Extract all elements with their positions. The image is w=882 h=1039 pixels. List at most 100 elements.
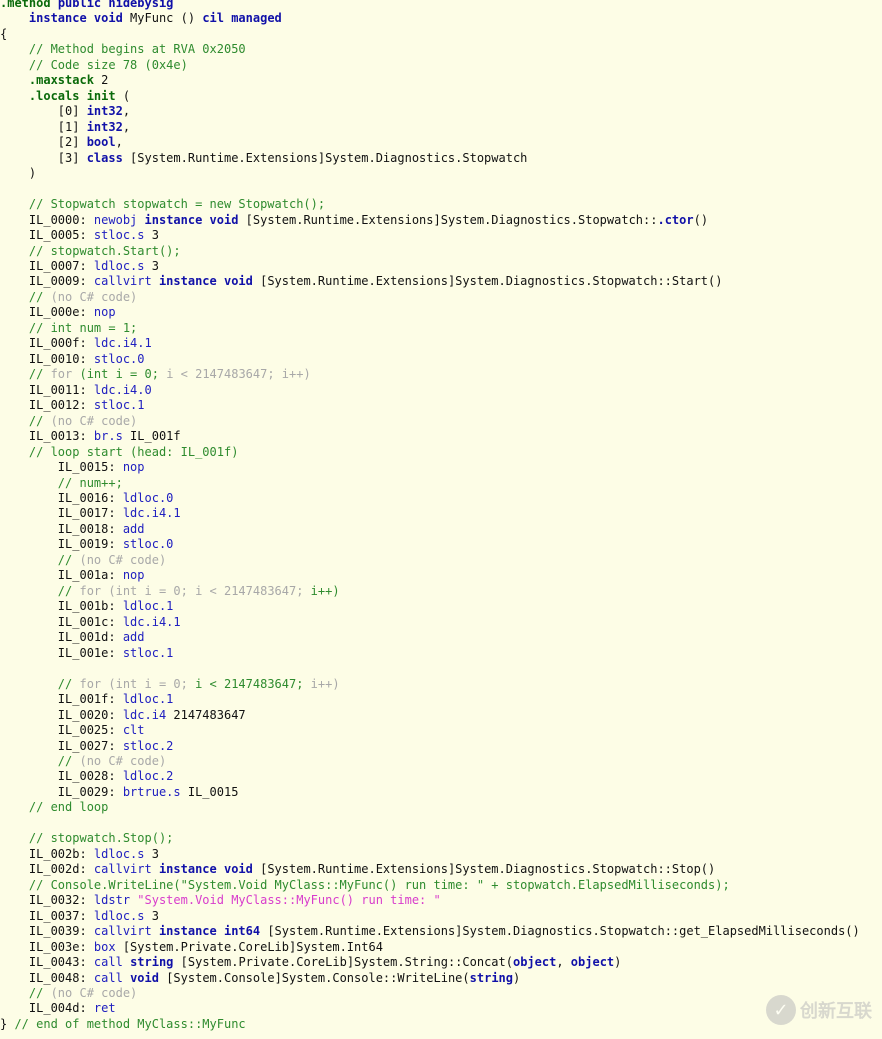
code-text: IL_000e:	[0, 305, 94, 320]
code-line: IL_0025: clt	[0, 723, 860, 738]
code-line: .locals init (	[0, 89, 860, 104]
code-line: IL_000f: ldc.i4.1	[0, 336, 860, 351]
code-text: ,	[556, 955, 571, 970]
opcode: ldloc.1	[122, 599, 174, 614]
comment: // stopwatch.Stop();	[0, 831, 174, 846]
code-text: ()	[693, 212, 709, 227]
opcode: stloc.1	[122, 645, 174, 660]
code-line: instance void MyFunc () cil managed	[0, 11, 860, 26]
code-line: [0] int32,	[0, 104, 860, 119]
code-text: [System.Runtime.Extensions]System.Diagno…	[122, 150, 528, 165]
code-text: IL_0029:	[0, 784, 123, 799]
code-text: IL_001d:	[0, 630, 123, 645]
comment: //	[0, 367, 44, 382]
code-line: // for (int i = 0; i < 2147483647; i++)	[0, 584, 860, 599]
keyword: string	[130, 955, 174, 970]
opcode: stloc.2	[122, 738, 174, 753]
code-text: 2147483647	[166, 707, 246, 722]
keyword: .ctor	[657, 212, 694, 227]
code-line: {	[0, 27, 860, 42]
code-line: IL_001c: ldc.i4.1	[0, 615, 860, 630]
keyword: object	[512, 955, 557, 970]
code-line: // stopwatch.Start();	[0, 244, 860, 259]
code-line: IL_004d: ret	[0, 1001, 860, 1016]
comment: //	[0, 413, 44, 428]
inactive-comment: i < 2147483647; i++)	[158, 367, 311, 382]
opcode: clt	[122, 723, 145, 738]
code-text: IL_0039:	[0, 924, 94, 939]
brand-logo-icon: ✓	[766, 995, 796, 1025]
code-line: IL_000e: nop	[0, 305, 860, 320]
code-text: 3	[144, 258, 159, 273]
comment: //	[0, 676, 73, 691]
code-line: IL_001a: nop	[0, 568, 860, 583]
il-code-view[interactable]: .method public hidebysig instance void M…	[0, 0, 860, 1032]
code-line: IL_0027: stloc.2	[0, 739, 860, 754]
keyword: public hidebysig	[57, 0, 174, 10]
code-line: // Method begins at RVA 0x2050	[0, 42, 860, 57]
comment: i < 2147483647;	[195, 676, 304, 691]
code-line: // loop start (head: IL_001f)	[0, 445, 860, 460]
code-text: }	[0, 1016, 15, 1031]
comment: (int i = 0;	[79, 367, 159, 382]
code-text: IL_004d:	[0, 1001, 94, 1016]
watermark-text: 创新互联	[800, 1001, 872, 1022]
code-text: IL_001c:	[0, 614, 123, 629]
opcode: stloc.0	[93, 351, 145, 366]
comment: // num++;	[0, 475, 123, 490]
code-text: IL_0005:	[0, 228, 94, 243]
comment: // loop start (head: IL_001f)	[0, 444, 239, 459]
keyword: void	[130, 970, 159, 985]
code-text: 3	[144, 908, 159, 923]
code-text: [System.Runtime.Extensions]System.Diagno…	[252, 862, 716, 877]
code-line: // int num = 1;	[0, 321, 860, 336]
inactive-comment: for	[43, 367, 80, 382]
code-text: IL_0025:	[0, 723, 123, 738]
code-line: IL_0016: ldloc.0	[0, 491, 860, 506]
code-line: // for (int i = 0; i < 2147483647; i++)	[0, 677, 860, 692]
code-line: [2] bool,	[0, 135, 860, 150]
code-text: IL_001f:	[0, 692, 123, 707]
opcode: callvirt	[93, 924, 152, 939]
comment: //	[0, 552, 73, 567]
inactive-comment: (no C# code)	[72, 552, 167, 567]
code-line: IL_0015: nop	[0, 460, 860, 475]
code-text: ,	[122, 104, 131, 119]
opcode: br.s	[93, 429, 123, 444]
comment: i++)	[310, 583, 340, 598]
keyword: bool	[86, 135, 116, 150]
opcode: box	[93, 939, 116, 954]
opcode: nop	[122, 460, 145, 475]
code-line: IL_0020: ldc.i4 2147483647	[0, 708, 860, 723]
keyword: instance void	[158, 274, 253, 289]
code-text: {	[0, 26, 8, 41]
code-line: IL_0018: add	[0, 522, 860, 537]
opcode: ldloc.s	[93, 258, 145, 273]
code-line: IL_001d: add	[0, 630, 860, 645]
code-text: IL_001b:	[0, 599, 123, 614]
code-line: // (no C# code)	[0, 754, 860, 769]
opcode: ldc.i4.0	[93, 382, 152, 397]
opcode: ldc.i4.1	[122, 614, 181, 629]
code-text: IL_0017:	[0, 506, 123, 521]
comment: // Console.WriteLine("System.Void MyClas…	[0, 877, 730, 892]
code-line: // end loop	[0, 800, 860, 815]
code-text: IL_0037:	[0, 908, 94, 923]
directive: .maxstack	[28, 73, 94, 88]
keyword: instance int64	[158, 924, 261, 939]
code-line: IL_0043: call string [System.Private.Cor…	[0, 955, 860, 970]
opcode: stloc.1	[93, 398, 145, 413]
comment: // int num = 1;	[0, 320, 138, 335]
opcode: callvirt	[93, 862, 152, 877]
keyword: instance void	[144, 212, 239, 227]
comment: //	[0, 289, 44, 304]
code-line: IL_0007: ldloc.s 3	[0, 259, 860, 274]
comment: // end of method MyClass::MyFunc	[14, 1016, 246, 1031]
opcode: stloc.0	[122, 537, 174, 552]
code-line: IL_001e: stloc.1	[0, 646, 860, 661]
code-line: IL_0010: stloc.0	[0, 352, 860, 367]
